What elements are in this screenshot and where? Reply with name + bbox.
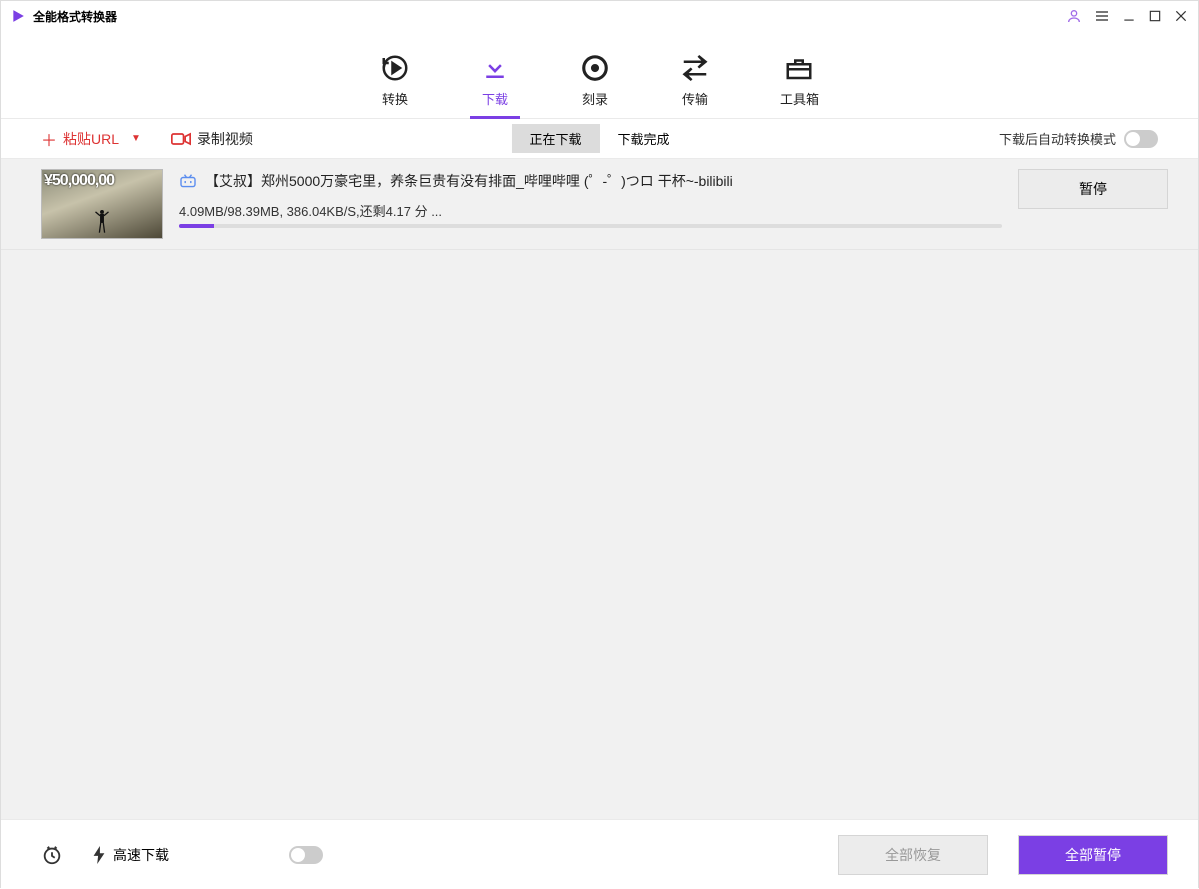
footer-bar: 高速下载 全部恢复 全部暂停 — [1, 819, 1198, 889]
paste-url-button[interactable]: ＋ 粘贴URL ▼ — [41, 127, 141, 151]
hamburger-menu-icon[interactable] — [1094, 8, 1110, 24]
thumb-overlay-text: ¥50,000,00 — [44, 172, 160, 190]
main-nav: 转换 下载 刻录 传输 工具箱 — [1, 31, 1198, 119]
nav-convert[interactable]: 转换 — [380, 53, 410, 118]
nav-label: 转换 — [382, 89, 408, 108]
bilibili-icon — [179, 174, 197, 188]
chevron-down-icon: ▼ — [131, 133, 141, 144]
nav-label: 刻录 — [582, 89, 608, 108]
nav-label: 工具箱 — [780, 89, 819, 108]
download-stats: 4.09MB/98.39MB, 386.04KB/S,还剩4.17 分 ... — [179, 201, 1002, 220]
pause-all-button[interactable]: 全部暂停 — [1018, 835, 1168, 875]
progress-bar — [179, 224, 1002, 228]
nav-transfer[interactable]: 传输 — [680, 53, 710, 118]
record-label: 录制视频 — [197, 129, 253, 149]
paste-url-label: 粘贴URL — [63, 129, 119, 149]
highspeed-section: 高速下载 — [93, 845, 169, 865]
transfer-icon — [680, 53, 710, 83]
video-thumbnail[interactable]: ¥50,000,00 — [41, 169, 163, 239]
highspeed-toggle[interactable] — [289, 846, 323, 864]
download-row: ¥50,000,00 【艾叔】郑州5000万豪宅里，养条巨贵有没有排面_哔哩哔哩… — [1, 159, 1198, 250]
auto-convert-toggle[interactable] — [1124, 130, 1158, 148]
auto-convert-label: 下载后自动转换模式 — [999, 129, 1116, 148]
nav-burn[interactable]: 刻录 — [580, 53, 610, 118]
person-silhouette-icon — [95, 208, 109, 234]
minimize-icon[interactable] — [1122, 9, 1136, 23]
download-list: ¥50,000,00 【艾叔】郑州5000万豪宅里，养条巨贵有没有排面_哔哩哔哩… — [1, 159, 1198, 819]
highspeed-label: 高速下载 — [113, 845, 169, 865]
schedule-icon[interactable] — [41, 844, 63, 866]
bolt-icon — [93, 846, 105, 864]
download-tabs: 正在下载 下载完成 — [511, 124, 687, 153]
record-video-button[interactable]: 录制视频 — [171, 129, 253, 149]
window-controls — [1066, 8, 1188, 24]
app-title: 全能格式转换器 — [33, 8, 1066, 25]
app-logo-icon — [11, 9, 25, 23]
close-icon[interactable] — [1174, 9, 1188, 23]
plus-icon: ＋ — [41, 127, 57, 151]
download-icon — [480, 53, 510, 83]
burn-icon — [580, 53, 610, 83]
pause-button[interactable]: 暂停 — [1018, 169, 1168, 209]
user-icon[interactable] — [1066, 8, 1082, 24]
convert-icon — [380, 53, 410, 83]
download-row-main: 【艾叔】郑州5000万豪宅里，养条巨贵有没有排面_哔哩哔哩 (゜-゜)つロ 干杯… — [179, 169, 1002, 228]
nav-label: 传输 — [682, 89, 708, 108]
camera-icon — [171, 132, 191, 146]
tab-downloading[interactable]: 正在下载 — [511, 124, 599, 153]
nav-toolbox[interactable]: 工具箱 — [780, 53, 819, 118]
sub-toolbar: ＋ 粘贴URL ▼ 录制视频 正在下载 下载完成 下载后自动转换模式 — [1, 119, 1198, 159]
video-title: 【艾叔】郑州5000万豪宅里，养条巨贵有没有排面_哔哩哔哩 (゜-゜)つロ 干杯… — [205, 171, 733, 191]
titlebar: 全能格式转换器 — [1, 1, 1198, 31]
resume-all-button[interactable]: 全部恢复 — [838, 835, 988, 875]
nav-download[interactable]: 下载 — [480, 53, 510, 118]
tab-completed[interactable]: 下载完成 — [600, 124, 688, 153]
nav-label: 下载 — [482, 89, 508, 108]
toolbox-icon — [784, 53, 814, 83]
maximize-icon[interactable] — [1148, 9, 1162, 23]
